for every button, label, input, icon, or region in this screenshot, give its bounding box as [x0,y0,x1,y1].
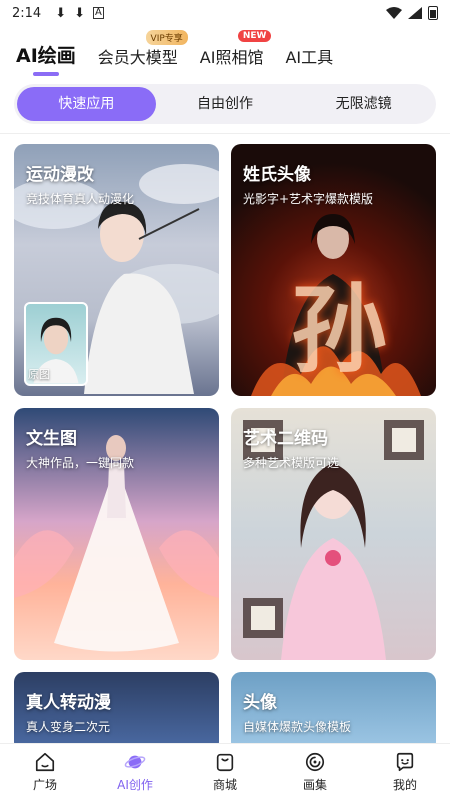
card-subtitle: 真人变身二次元 [26,720,111,734]
nav-label: 广场 [32,778,57,792]
download-icon: ⬇ [74,5,86,21]
original-label: 原图 [28,368,50,381]
signal-icon [408,7,422,19]
card-subtitle: 竞技体育真人动漫化 [26,192,135,206]
segment-quick-apps[interactable]: 快速应用 [17,87,156,121]
bottom-nav: 广场 AI创作 商城 画集 我的 [0,743,450,800]
card-surname-avatar[interactable]: 姓氏头像 光影字+艺术字爆款模版 孙 [231,144,436,396]
card-subtitle: 自媒体爆款头像模板 [243,720,352,734]
new-badge: NEW [237,30,272,42]
divider [0,133,450,134]
tab-ai-painting[interactable]: AI绘画 [16,41,76,78]
card-title: 姓氏头像 [243,165,311,185]
card-photo-to-anime[interactable]: 真人转动漫 真人变身二次元 [14,672,219,752]
nav-label: AI创作 [117,778,153,792]
nav-gallery[interactable]: 画集 [270,744,360,800]
nav-label: 画集 [302,778,327,792]
card-title: 艺术二维码 [243,429,328,449]
battery-icon [428,6,438,20]
art-surname-text: 孙 [291,273,387,386]
download-icon: ⬇ [55,5,67,21]
tab-label: AI绘画 [16,45,76,67]
segment-infinite-filters[interactable]: 无限滤镜 [294,87,433,121]
nav-ai-create[interactable]: AI创作 [90,744,180,800]
card-title: 文生图 [26,429,77,449]
card-title: 运动漫改 [26,165,94,185]
shopping-bag-icon [216,753,234,772]
card-subtitle: 光影字+艺术字爆款模版 [243,192,374,206]
status-time: 2:14 [12,5,42,21]
tab-label: AI照相馆 [199,48,264,67]
planet-icon [124,755,146,769]
card-art-qrcode[interactable]: 艺术二维码 多种艺术模版可选 [231,408,436,660]
nav-mall[interactable]: 商城 [180,744,270,800]
tab-label: 会员大模型 [97,48,178,67]
card-subtitle: 大神作品，一键同款 [26,456,135,470]
nav-plaza[interactable]: 广场 [0,744,90,800]
status-bar: 2:14 ⬇ ⬇ A [0,0,450,26]
tab-ai-photo-studio[interactable]: AI照相馆 NEW [199,30,272,78]
card-title: 真人转动漫 [26,693,111,713]
wifi-icon [386,7,402,19]
nav-label: 我的 [392,778,417,792]
tab-ai-tools[interactable]: AI工具 [285,44,333,78]
tab-label: AI工具 [285,48,334,67]
tab-member-model[interactable]: 会员大模型 VIP专享 [97,30,188,78]
card-avatar[interactable]: 头像 自媒体爆款头像模板 [231,672,436,752]
card-text-to-image[interactable]: 文生图 大神作品，一键同款 [14,408,219,660]
card-title: 头像 [243,693,277,713]
segment-free-create[interactable]: 自由创作 [156,87,295,121]
card-subtitle: 多种艺术模版可选 [243,456,340,470]
notification-icons: ⬇ ⬇ A [55,7,104,20]
card-sports-anime[interactable]: 运动漫改 竞技体育真人动漫化 原图 [14,144,219,396]
nav-mine[interactable]: 我的 [360,744,450,800]
home-icon [35,752,55,772]
original-photo-thumbnail: 原图 [24,302,88,386]
vip-badge: VIP专享 [145,30,188,45]
top-tabs: AI绘画 会员大模型 VIP专享 AI照相馆 NEW AI工具 [0,30,450,78]
segment-control: 快速应用 自由创作 无限滤镜 [14,84,436,124]
app-icon: A [93,7,104,19]
gallery-icon [305,752,325,772]
nav-label: 商城 [212,778,237,792]
profile-chat-icon [396,752,414,772]
